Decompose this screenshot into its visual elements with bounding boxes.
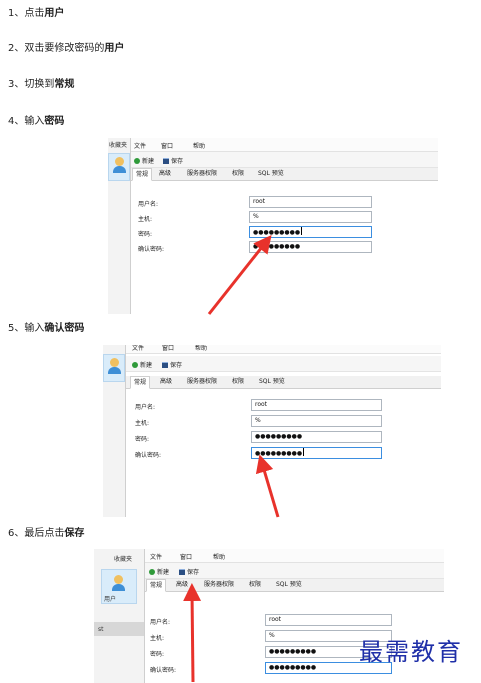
- arrow-to-confirm-password: [255, 454, 280, 518]
- annotation-arrows: [183, 234, 280, 683]
- arrow-to-save: [183, 583, 202, 683]
- watermark: 最需教育: [359, 638, 463, 666]
- arrow-to-password: [207, 234, 272, 315]
